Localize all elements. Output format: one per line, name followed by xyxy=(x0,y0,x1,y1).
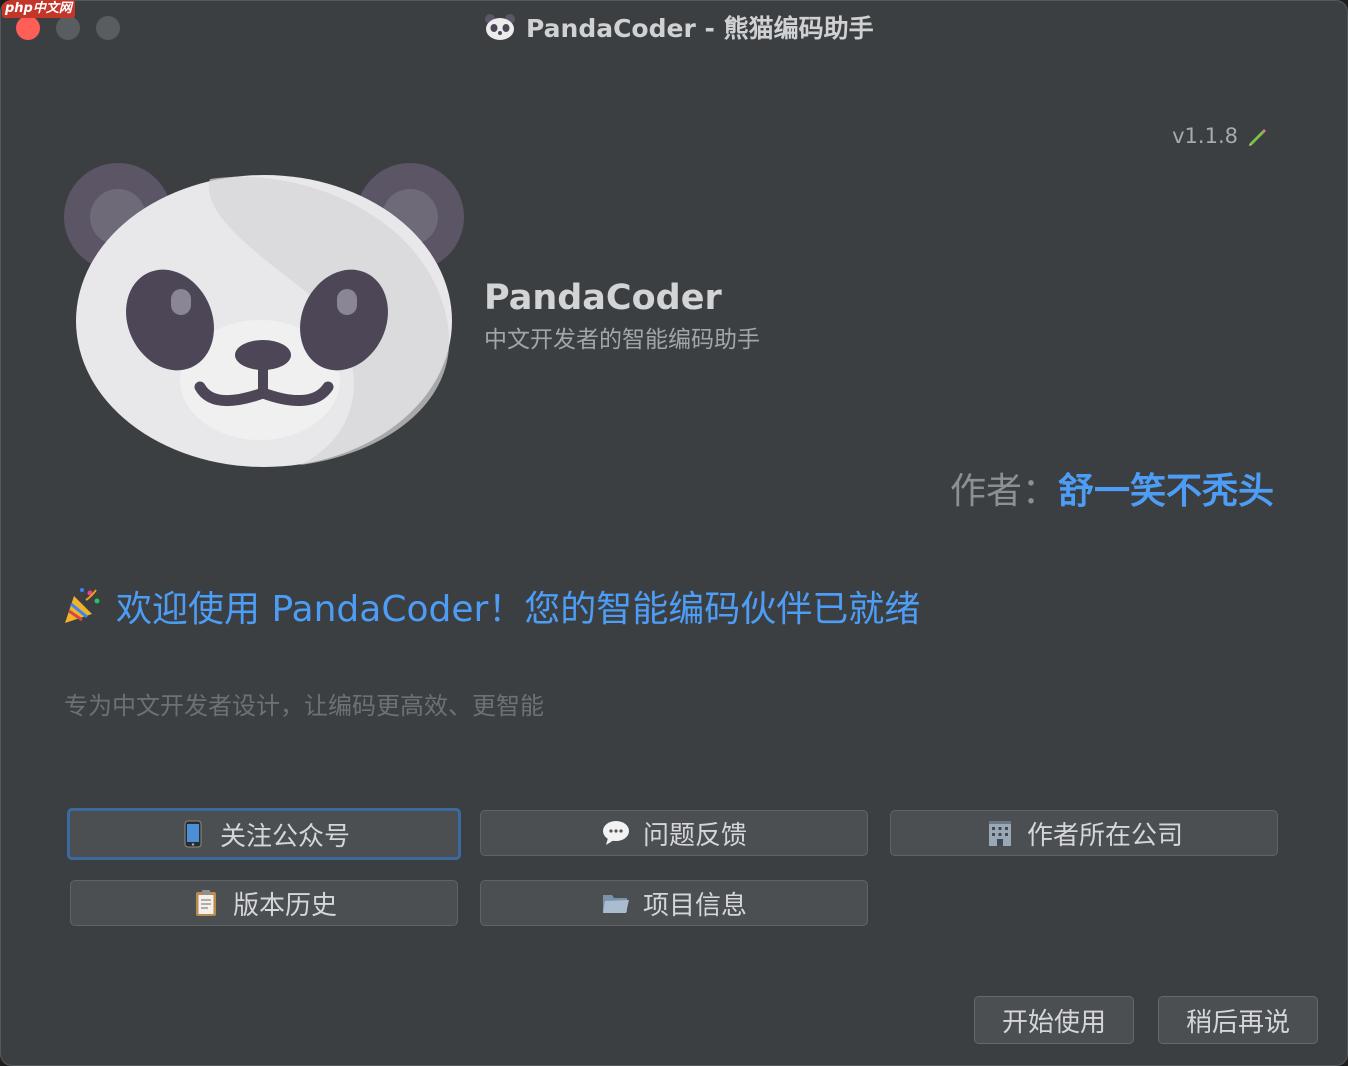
follow-wechat-label: 关注公众号 xyxy=(219,821,350,852)
author-label: 作者： xyxy=(949,471,1058,512)
welcome-text: 欢迎使用 PandaCoder！您的智能编码伙伴已就绪 xyxy=(116,589,921,630)
office-building-icon xyxy=(985,818,1015,848)
window-title: PandaCoder - 熊猫编码助手 xyxy=(484,10,874,44)
author-company-label: 作者所在公司 xyxy=(1026,820,1183,851)
panda-small-icon xyxy=(485,14,515,40)
follow-wechat-button[interactable]: 关注公众号 xyxy=(67,808,461,860)
watermark-logo: php中文网 xyxy=(2,0,75,18)
panda-logo xyxy=(64,163,464,467)
folder-icon xyxy=(601,888,631,918)
feedback-label: 问题反馈 xyxy=(642,820,747,851)
start-using-button[interactable]: 开始使用 xyxy=(974,996,1134,1044)
phone-icon xyxy=(178,819,208,849)
welcome-banner: 欢迎使用 PandaCoder！您的智能编码伙伴已就绪 xyxy=(62,580,920,632)
author-name-link[interactable]: 舒一笑不秃头 xyxy=(1058,471,1274,512)
project-info-label: 项目信息 xyxy=(642,890,747,921)
close-window-button[interactable] xyxy=(16,16,40,40)
author-line: 作者：舒一笑不秃头 xyxy=(950,462,1274,514)
author-company-button[interactable]: 作者所在公司 xyxy=(890,810,1278,856)
project-info-button[interactable]: 项目信息 xyxy=(480,880,868,926)
later-button[interactable]: 稍后再说 xyxy=(1158,996,1318,1044)
window-title-text: PandaCoder - 熊猫编码助手 xyxy=(526,14,874,43)
welcome-subtitle: 专为中文开发者设计，让编码更高效、更智能 xyxy=(64,692,544,720)
party-popper-icon xyxy=(65,588,100,623)
title-bar: php中文网 PandaCoder - 熊猫编码助手 xyxy=(0,0,1348,54)
feedback-button[interactable]: 问题反馈 xyxy=(480,810,868,856)
speech-bubble-icon xyxy=(601,818,631,848)
about-dialog-window: php中文网 PandaCoder - 熊猫编码助手 v1.1.8 PandaC… xyxy=(0,0,1348,1066)
version-history-label: 版本历史 xyxy=(232,890,337,921)
maximize-window-button[interactable] xyxy=(96,16,120,40)
start-using-label: 开始使用 xyxy=(1001,1007,1106,1038)
version-label: v1.1.8 xyxy=(1172,124,1268,148)
pencil-icon xyxy=(1249,129,1266,146)
app-tagline: 中文开发者的智能编码助手 xyxy=(484,327,760,353)
app-name: PandaCoder xyxy=(484,278,722,318)
minimize-window-button[interactable] xyxy=(56,16,80,40)
version-text: v1.1.8 xyxy=(1172,124,1238,148)
version-history-button[interactable]: 版本历史 xyxy=(70,880,458,926)
later-label: 稍后再说 xyxy=(1185,1007,1290,1038)
clipboard-icon xyxy=(191,888,221,918)
